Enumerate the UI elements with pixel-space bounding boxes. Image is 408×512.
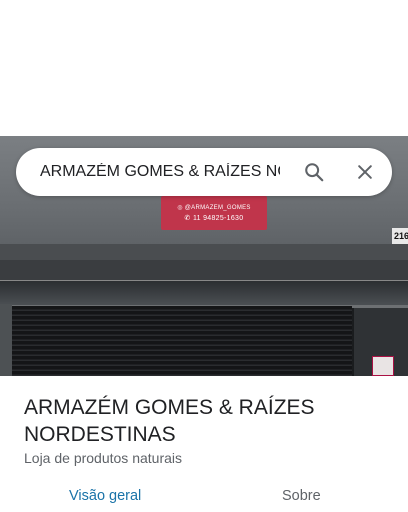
search-input[interactable] (40, 160, 280, 184)
rolling-shutter (12, 306, 352, 376)
place-title: ARMAZÉM GOMES & RAÍZES NORDESTINAS (24, 396, 315, 446)
sign-instagram-text: ◎ @ARMAZEM_GOMES (177, 205, 251, 211)
clear-search-button[interactable] (351, 158, 379, 186)
map-top-area (0, 0, 408, 136)
search-button[interactable] (300, 158, 328, 186)
search-icon (305, 163, 324, 182)
place-tabs: Visão geral Sobre (0, 476, 408, 512)
sign-phone-text: ✆ 11 94825-1630 (184, 215, 244, 222)
awning (0, 280, 408, 305)
place-category: Loja de produtos naturais (24, 450, 182, 466)
search-bar[interactable] (16, 148, 392, 196)
close-icon (358, 165, 372, 179)
awning-top (0, 260, 408, 282)
tab-about[interactable]: Sobre (282, 488, 321, 504)
tab-overview[interactable]: Visão geral (69, 488, 141, 504)
pillar (0, 304, 12, 376)
door-sign (372, 356, 394, 376)
store-sign: ◎ @ARMAZEM_GOMES ✆ 11 94825-1630 (161, 196, 267, 230)
storefront-beam (0, 244, 408, 260)
street-number-plate: 216 (392, 228, 408, 244)
